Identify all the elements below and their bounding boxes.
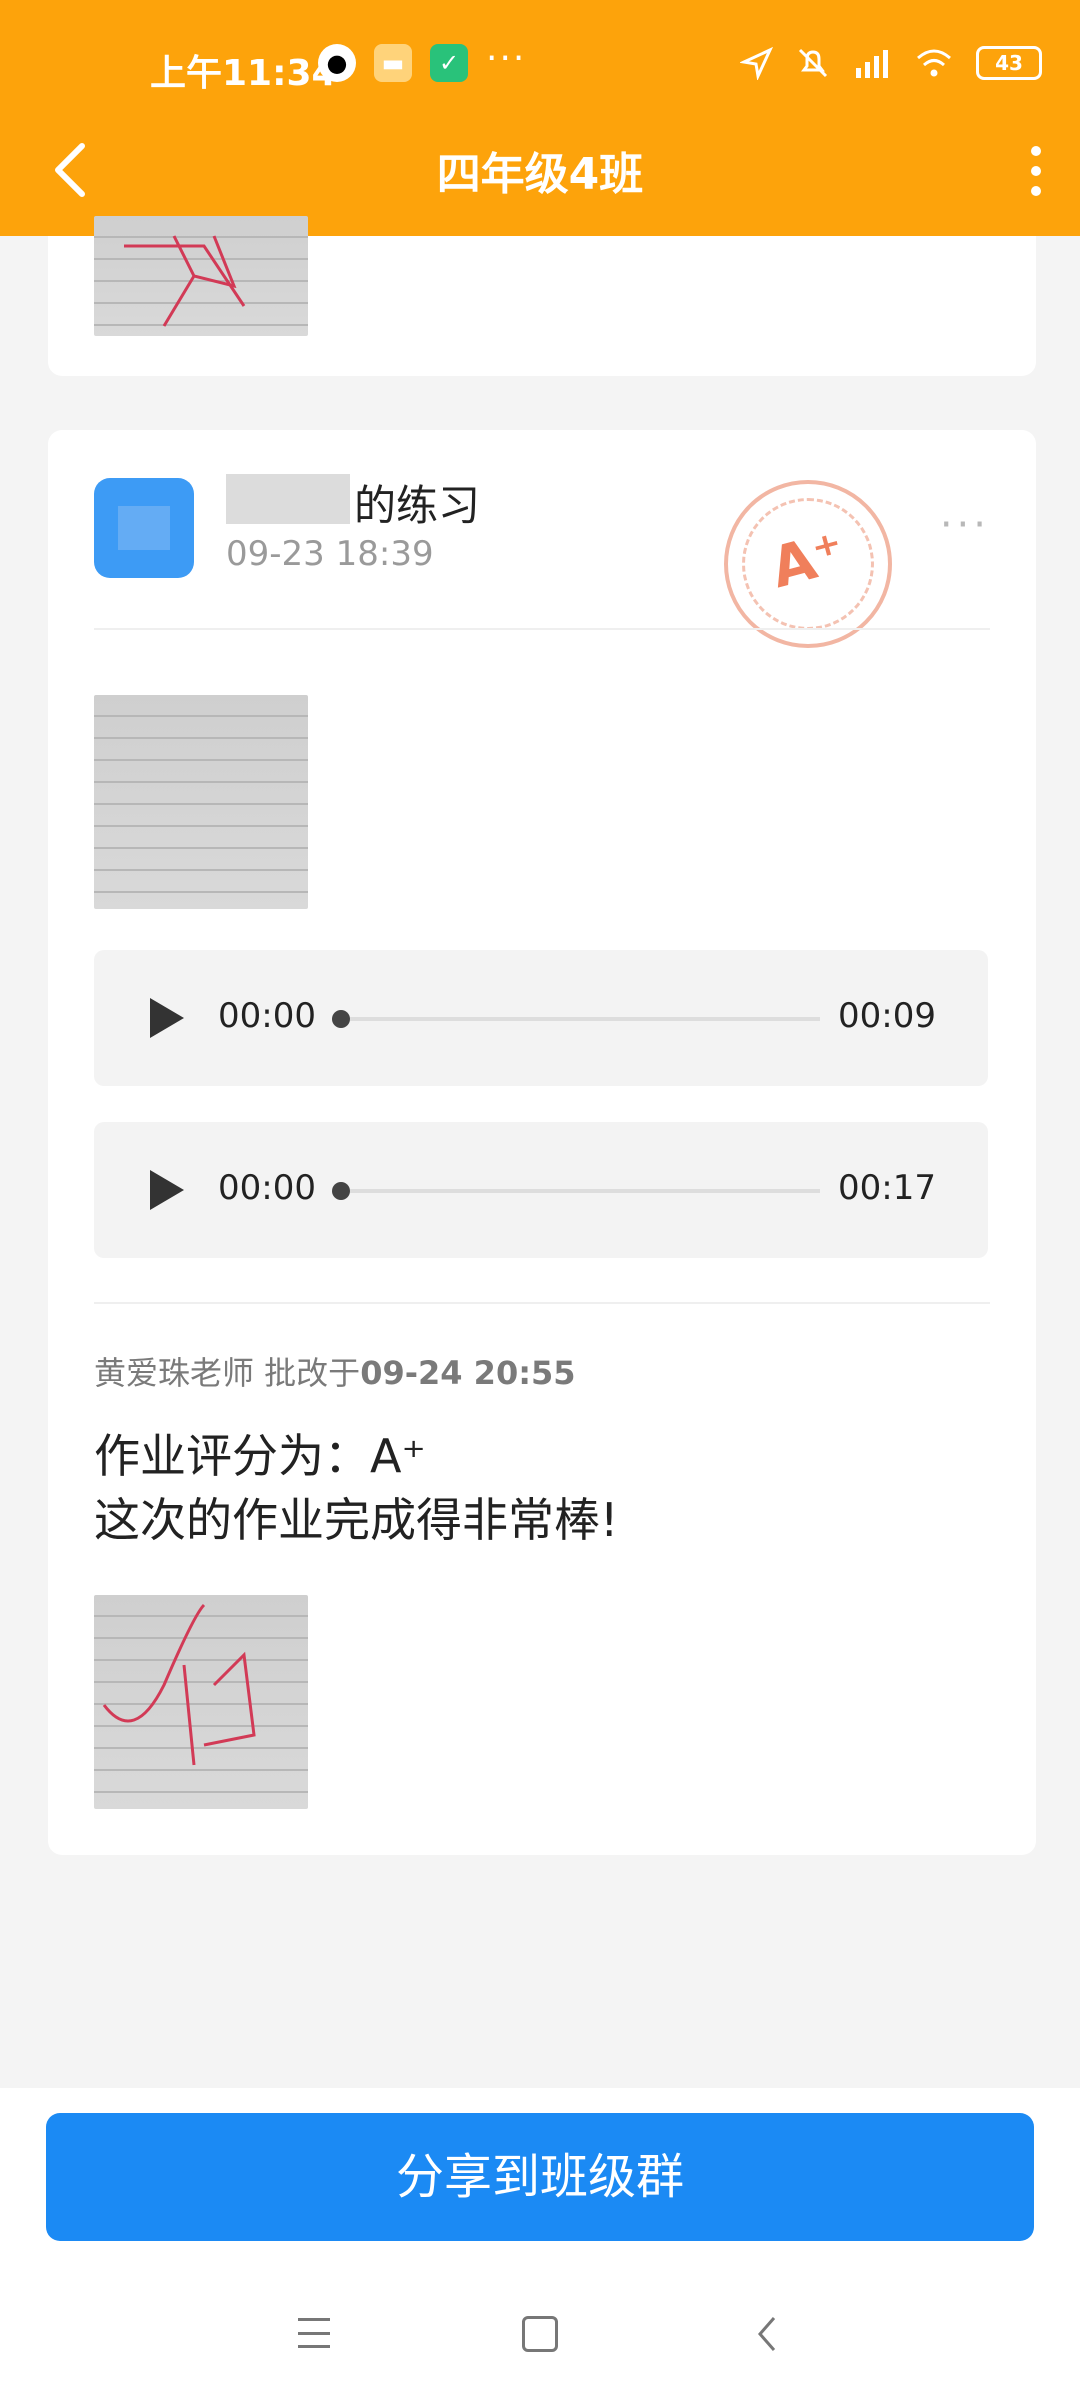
divider (94, 628, 990, 630)
audio-current-time: 00:00 (218, 996, 316, 1036)
more-options-icon[interactable] (1024, 146, 1048, 196)
wifi-icon (917, 49, 951, 77)
teacher-comment: 这次的作业完成得非常棒! (94, 1493, 619, 1547)
grade-stamp: A⁺ (724, 480, 892, 648)
audio-progress-knob[interactable] (332, 1182, 350, 1200)
battery-icon: 43 (976, 46, 1042, 80)
app-header: 上午11:34 ● ▬ ✓ ··· 43 四年级4班 (0, 0, 1080, 236)
share-to-class-group-button[interactable]: 分享到班级群 (46, 2113, 1034, 2241)
location-icon (740, 46, 774, 80)
audio-duration: 00:09 (838, 996, 936, 1036)
grader-name: 黄爱珠老师 批改于 (94, 1354, 361, 1392)
avatar[interactable] (94, 478, 194, 578)
post-date: 09-23 18:39 (226, 534, 434, 574)
message-icon: ▬ (374, 44, 412, 82)
student-name-blurred (226, 474, 350, 524)
grade-result: 作业评分为：A⁺ (94, 1429, 426, 1483)
audio-player: 00:00 00:17 (94, 1122, 988, 1258)
signal-icon (856, 50, 888, 78)
shield-icon: ✓ (430, 44, 468, 82)
status-bar: 上午11:34 ● ▬ ✓ ··· 43 (0, 0, 1080, 134)
play-icon[interactable] (150, 998, 184, 1038)
play-icon[interactable] (150, 1170, 184, 1210)
homework-post-card: 的练习 09-23 18:39 A⁺ ··· 00:00 00:09 00:00… (48, 430, 1036, 1855)
audio-progress-bar[interactable] (350, 1189, 820, 1193)
previous-homework-image[interactable] (94, 216, 308, 336)
home-icon[interactable] (522, 2316, 558, 2352)
menu-icon[interactable] (298, 2318, 330, 2348)
back-icon[interactable] (752, 2314, 782, 2354)
audio-duration: 00:17 (838, 1168, 936, 1208)
more-notifications-icon: ··· (486, 38, 527, 79)
audio-progress-bar[interactable] (350, 1017, 820, 1021)
graded-homework-image[interactable] (94, 1595, 308, 1809)
qq-icon: ● (318, 44, 356, 82)
post-title: 的练习 (354, 481, 481, 530)
grader-info: 黄爱珠老师 批改于09-24 20:55 (94, 1348, 576, 1394)
homework-image[interactable] (94, 695, 308, 909)
system-navigation-bar (0, 2272, 1080, 2400)
audio-progress-knob[interactable] (332, 1010, 350, 1028)
status-time: 上午11:34 (150, 53, 337, 94)
audio-player: 00:00 00:09 (94, 950, 988, 1086)
audio-current-time: 00:00 (218, 1168, 316, 1208)
share-bar: 分享到班级群 (0, 2088, 1080, 2272)
graded-datetime: 09-24 20:55 (360, 1354, 576, 1392)
previous-post-card (48, 216, 1036, 376)
post-more-icon[interactable]: ··· (940, 505, 990, 545)
notification-icons: ● ▬ ✓ ··· (318, 38, 527, 82)
page-title: 四年级4班 (436, 149, 644, 200)
bell-off-icon (798, 48, 828, 78)
system-icons: 43 (740, 46, 1042, 80)
divider (94, 1302, 990, 1304)
